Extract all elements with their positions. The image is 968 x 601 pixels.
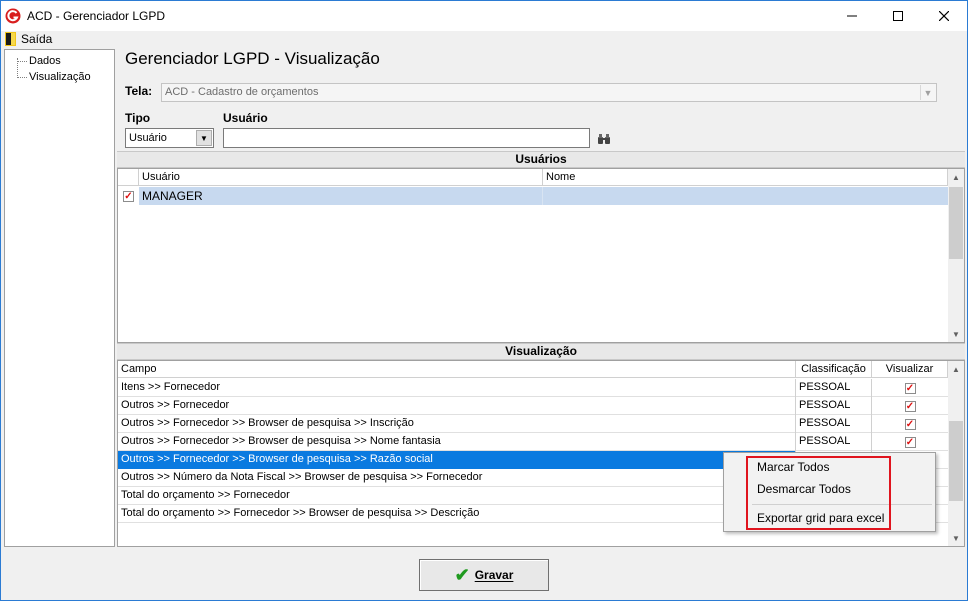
- table-row[interactable]: Outros >> Fornecedor PESSOAL ✓: [118, 397, 948, 415]
- cell-visualizar[interactable]: ✓: [872, 397, 948, 415]
- checkmark-icon: ✔: [454, 565, 470, 585]
- save-button-label: Gravar: [474, 568, 514, 582]
- grid-header-checkbox: [118, 169, 139, 186]
- visualizacao-vertical-scrollbar[interactable]: ▲ ▼: [948, 361, 964, 546]
- exit-door-icon[interactable]: [5, 32, 16, 46]
- window-title: ACD - Gerenciador LGPD: [27, 9, 166, 23]
- close-icon: [939, 11, 949, 21]
- checkbox-checked[interactable]: ✓: [904, 382, 916, 394]
- grid-header-classificacao[interactable]: Classificação: [796, 361, 872, 378]
- tela-label: Tela:: [125, 84, 153, 98]
- table-row[interactable]: ✓ MANAGER: [118, 187, 948, 205]
- tree-item-label: Dados: [29, 55, 61, 67]
- tree-item-label: Visualização: [29, 71, 91, 83]
- table-row[interactable]: Outros >> Fornecedor >> Browser de pesqu…: [118, 415, 948, 433]
- cell-classificacao: PESSOAL: [796, 415, 872, 433]
- page-title: Gerenciador LGPD - Visualização: [125, 49, 380, 68]
- users-vertical-scrollbar[interactable]: ▲ ▼: [948, 169, 964, 342]
- checkbox-checked[interactable]: ✓: [904, 436, 916, 448]
- cell-campo: Outros >> Fornecedor >> Browser de pesqu…: [118, 451, 796, 469]
- close-button[interactable]: [921, 1, 967, 31]
- cell-campo: Outros >> Fornecedor >> Browser de pesqu…: [118, 415, 796, 433]
- app-window: ACD - Gerenciador LGPD Saída Dados Visua…: [0, 0, 968, 601]
- cell-classificacao: PESSOAL: [796, 397, 872, 415]
- visualizacao-section-header: Visualização: [117, 343, 965, 360]
- callout-highlight-box: [746, 456, 891, 530]
- row-checkbox-cell[interactable]: ✓: [118, 187, 139, 205]
- minimize-button[interactable]: [829, 1, 875, 31]
- chevron-down-icon[interactable]: ▼: [920, 85, 935, 100]
- usuario-search-input[interactable]: [223, 128, 590, 148]
- tela-value: ACD - Cadastro de orçamentos: [165, 86, 319, 98]
- checkbox-checked[interactable]: ✓: [904, 400, 916, 412]
- grid-header-campo[interactable]: Campo: [118, 361, 796, 378]
- cell-classificacao: PESSOAL: [796, 433, 872, 451]
- tipo-label: Tipo: [125, 111, 151, 125]
- cell-visualizar[interactable]: ✓: [872, 415, 948, 433]
- cell-campo: Outros >> Fornecedor: [118, 397, 796, 415]
- save-button[interactable]: ✔ Gravar: [419, 559, 549, 591]
- users-section-header: Usuários: [117, 151, 965, 168]
- tela-combobox[interactable]: ACD - Cadastro de orçamentos ▼: [161, 83, 937, 102]
- scrollbar-thumb[interactable]: [949, 187, 963, 259]
- minimize-icon: [847, 15, 857, 17]
- usuario-label: Usuário: [223, 111, 268, 125]
- table-row[interactable]: Outros >> Fornecedor >> Browser de pesqu…: [118, 433, 948, 451]
- maximize-icon: [893, 11, 903, 21]
- cell-visualizar[interactable]: ✓: [872, 433, 948, 451]
- scroll-up-icon[interactable]: ▲: [948, 169, 964, 185]
- cell-usuario: MANAGER: [139, 187, 543, 205]
- grid-header-visualizar[interactable]: Visualizar: [872, 361, 948, 378]
- binoculars-search-icon[interactable]: [598, 134, 610, 144]
- tipo-value: Usuário: [129, 132, 167, 144]
- menu-bar: Saída: [1, 31, 967, 48]
- title-bar[interactable]: ACD - Gerenciador LGPD: [1, 1, 967, 31]
- exit-menu-item[interactable]: Saída: [21, 32, 52, 46]
- cell-classificacao: PESSOAL: [796, 379, 872, 397]
- checkbox-checked[interactable]: ✓: [904, 418, 916, 430]
- cell-campo: Outros >> Fornecedor >> Browser de pesqu…: [118, 433, 796, 451]
- chevron-down-icon[interactable]: ▼: [196, 130, 212, 146]
- navigation-tree: Dados Visualização: [4, 49, 115, 547]
- grid-header-nome[interactable]: Nome: [543, 169, 948, 186]
- scroll-down-icon[interactable]: ▼: [948, 326, 964, 342]
- table-row[interactable]: Itens >> Fornecedor PESSOAL ✓: [118, 379, 948, 397]
- cell-campo: Itens >> Fornecedor: [118, 379, 796, 397]
- scroll-up-icon[interactable]: ▲: [948, 361, 964, 377]
- tree-item-visualizacao[interactable]: Visualização: [17, 69, 91, 85]
- grid-header-usuario[interactable]: Usuário: [139, 169, 543, 186]
- scroll-down-icon[interactable]: ▼: [948, 530, 964, 546]
- cell-campo: Total do orçamento >> Fornecedor: [118, 487, 796, 505]
- cell-campo: Total do orçamento >> Fornecedor >> Brow…: [118, 505, 796, 523]
- scrollbar-thumb[interactable]: [949, 421, 963, 501]
- maximize-button[interactable]: [875, 1, 921, 31]
- tipo-select[interactable]: Usuário ▼: [125, 128, 214, 148]
- tree-item-dados[interactable]: Dados: [17, 53, 61, 69]
- cell-campo: Outros >> Número da Nota Fiscal >> Brows…: [118, 469, 796, 487]
- app-logo-icon: [5, 8, 21, 24]
- checkbox-checked[interactable]: ✓: [123, 190, 134, 202]
- cell-visualizar[interactable]: ✓: [872, 379, 948, 397]
- users-grid[interactable]: Usuário Nome ✓ MANAGER ▲ ▼: [117, 168, 965, 343]
